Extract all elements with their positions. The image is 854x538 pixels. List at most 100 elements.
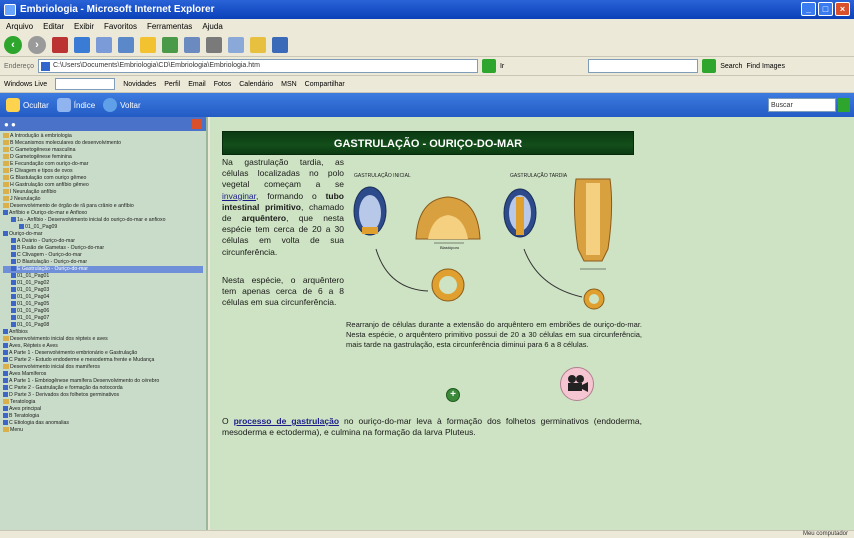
toc-item[interactable]: B Teratologia xyxy=(3,413,203,420)
toc-item[interactable]: 01_01_Pag02 xyxy=(3,280,203,287)
toc-item[interactable]: E Fecundação com ouriço-do-mar xyxy=(3,161,203,168)
forward-icon[interactable]: › xyxy=(28,35,46,54)
links-calendar[interactable]: Calendário xyxy=(239,81,273,88)
mail-icon[interactable] xyxy=(184,36,200,53)
toc-item[interactable]: C Clivagem - Ouriço-do-mar xyxy=(3,252,203,259)
favorites-icon[interactable] xyxy=(140,36,156,53)
toc-tabs-icon[interactable]: ● ● xyxy=(4,120,16,129)
toc-item[interactable]: Desenvolvimento inicial dos répteis e av… xyxy=(3,336,203,343)
toc-item[interactable]: B Fusão de Gametas - Ouriço-do-mar xyxy=(3,245,203,252)
toc-item[interactable]: D Gametogênese feminina xyxy=(3,154,203,161)
hide-button[interactable]: Ocultar xyxy=(6,98,49,112)
toc-item[interactable]: 01_01_Pag03 xyxy=(3,287,203,294)
links-email[interactable]: Email xyxy=(188,81,206,88)
toc-item[interactable]: 01_01_Pag01 xyxy=(3,273,203,280)
chm-search-input[interactable]: Buscar xyxy=(768,98,836,112)
back-nav-label: Voltar xyxy=(120,100,141,110)
edit-icon[interactable] xyxy=(228,36,244,53)
links-photos[interactable]: Fotos xyxy=(214,81,232,88)
toc-item[interactable]: 01_01_Pag06 xyxy=(3,308,203,315)
toc-item[interactable]: Teratologia xyxy=(3,399,203,406)
folder-icon[interactable] xyxy=(250,36,266,53)
menu-tools[interactable]: Ferramentas xyxy=(147,22,192,31)
index-button[interactable]: Índice xyxy=(56,98,95,112)
video-camera-button[interactable] xyxy=(560,367,594,401)
toc-item[interactable]: B Mecanismos moleculares do desenvolvime… xyxy=(3,140,203,147)
toc-item[interactable]: Menu xyxy=(3,427,203,434)
back-nav-button[interactable]: Voltar xyxy=(103,98,141,112)
toc-item[interactable]: 01_01_Pag04 xyxy=(3,294,203,301)
toc-item-label: J Neurulação xyxy=(10,196,41,202)
toc-item[interactable]: A Introdução à embriologia xyxy=(3,133,203,140)
toc-item[interactable]: G Blastulação com ouriço gêmeo xyxy=(3,175,203,182)
toc-item[interactable]: C Parte 2 - Estudo endoderme e mesoderma… xyxy=(3,357,203,364)
toc-item[interactable]: A Ovário - Ouriço-do-mar xyxy=(3,238,203,245)
toc-item[interactable]: Anfíbios xyxy=(3,329,203,336)
toc-item[interactable]: 01_01_Pag07 xyxy=(3,315,203,322)
open-book-icon xyxy=(3,357,8,363)
live-search-field[interactable] xyxy=(55,78,116,90)
status-bar: Meu computador xyxy=(0,530,854,538)
toc-item[interactable]: I Neurulação anfíbio xyxy=(3,189,203,196)
links-news[interactable]: Novidades xyxy=(123,81,156,88)
go-button[interactable] xyxy=(481,59,496,73)
search-field[interactable] xyxy=(588,59,699,73)
toc-item[interactable]: Aves Mamíferos xyxy=(3,371,203,378)
menu-edit[interactable]: Editar xyxy=(43,22,64,31)
invaginar-link[interactable]: invaginar xyxy=(222,191,256,201)
toc-item[interactable]: Anfíbio e Ouriço-do-mar e Anfioxo xyxy=(3,210,203,217)
toc-item[interactable]: 1a - Anfíbio - Desenvolvimento inicial d… xyxy=(3,217,203,224)
bottom-text-a: O xyxy=(222,416,234,426)
links-msn[interactable]: MSN xyxy=(281,81,297,88)
toc-item-label: Aves Mamíferos xyxy=(9,371,47,377)
toc-item[interactable]: 01_01_Pag05 xyxy=(3,301,203,308)
back-icon[interactable]: ‹ xyxy=(4,35,22,54)
address-input[interactable]: C:\Users\Documents\Embriologia\CD\Embrio… xyxy=(37,59,478,73)
toc-item[interactable]: 01_01_Pag09 xyxy=(3,224,203,231)
stop-icon[interactable] xyxy=(52,36,68,53)
toc-item[interactable]: J Neurulação xyxy=(3,196,203,203)
close-button[interactable]: × xyxy=(835,2,850,16)
menu-file[interactable]: Arquivo xyxy=(6,22,33,31)
toc-item[interactable]: 01_01_Pag08 xyxy=(3,322,203,329)
menu-help[interactable]: Ajuda xyxy=(202,22,222,31)
maximize-button[interactable]: □ xyxy=(818,2,833,16)
bottom-paragraph: O processo de gastrulação no ouriço-do-m… xyxy=(222,416,642,438)
page-icon xyxy=(11,238,16,244)
toc-item[interactable]: C Parte 2 - Gastrulação e formação da no… xyxy=(3,385,203,392)
menu-view[interactable]: Exibir xyxy=(74,22,94,31)
menu-favorites[interactable]: Favoritos xyxy=(104,22,137,31)
print-icon[interactable] xyxy=(206,36,222,53)
toc-item[interactable]: Desenvolvimento inicial dos mamíferos xyxy=(3,364,203,371)
minimize-button[interactable]: _ xyxy=(801,2,816,16)
toc-item[interactable]: C Gametogênese masculina xyxy=(3,147,203,154)
toc-item[interactable]: F Clivagem e tipos de ovos xyxy=(3,168,203,175)
refresh-icon[interactable] xyxy=(74,36,90,53)
gastrulation-process-link[interactable]: processo de gastrulação xyxy=(234,416,339,426)
toc-item[interactable]: Aves principal xyxy=(3,406,203,413)
links-share[interactable]: Compartilhar xyxy=(305,81,345,88)
links-windows-live[interactable]: Windows Live xyxy=(4,81,47,88)
toc-item[interactable]: A Parte 1 - Embriogênese mamífera Desenv… xyxy=(3,378,203,385)
search-label[interactable]: Search xyxy=(720,63,742,70)
history-icon[interactable] xyxy=(162,36,178,53)
find-images-link[interactable]: Find Images xyxy=(746,63,785,70)
chm-search-go-button[interactable] xyxy=(838,98,850,112)
book-icon xyxy=(3,336,9,342)
toc-item[interactable]: Aves, Répteis e Aves xyxy=(3,343,203,350)
search-icon[interactable] xyxy=(118,36,134,53)
toc-item[interactable]: C Etiologia das anomalias xyxy=(3,420,203,427)
toc-item[interactable]: Ouriço-do-mar xyxy=(3,231,203,238)
links-profile[interactable]: Perfil xyxy=(164,81,180,88)
toc-item[interactable]: A Parte 1 - Desenvolvimento embrionário … xyxy=(3,350,203,357)
toc-item[interactable]: H Gastrulação com anfíbio gêmeo xyxy=(3,182,203,189)
home-icon[interactable] xyxy=(96,36,112,53)
messenger-icon[interactable] xyxy=(272,36,288,53)
search-go-button[interactable] xyxy=(702,59,717,73)
toc-item[interactable]: Desenvolvimento de órgão de rã para crân… xyxy=(3,203,203,210)
toc-item[interactable]: D Blastulação - Ouriço-do-mar xyxy=(3,259,203,266)
toc-item[interactable]: E Gastrulação - Ouriço-do-mar xyxy=(3,266,203,273)
toc-item[interactable]: D Parte 3 - Derivados dos folhetos germi… xyxy=(3,392,203,399)
toc-close-icon[interactable] xyxy=(192,119,202,129)
expand-plus-button[interactable]: + xyxy=(446,388,460,402)
